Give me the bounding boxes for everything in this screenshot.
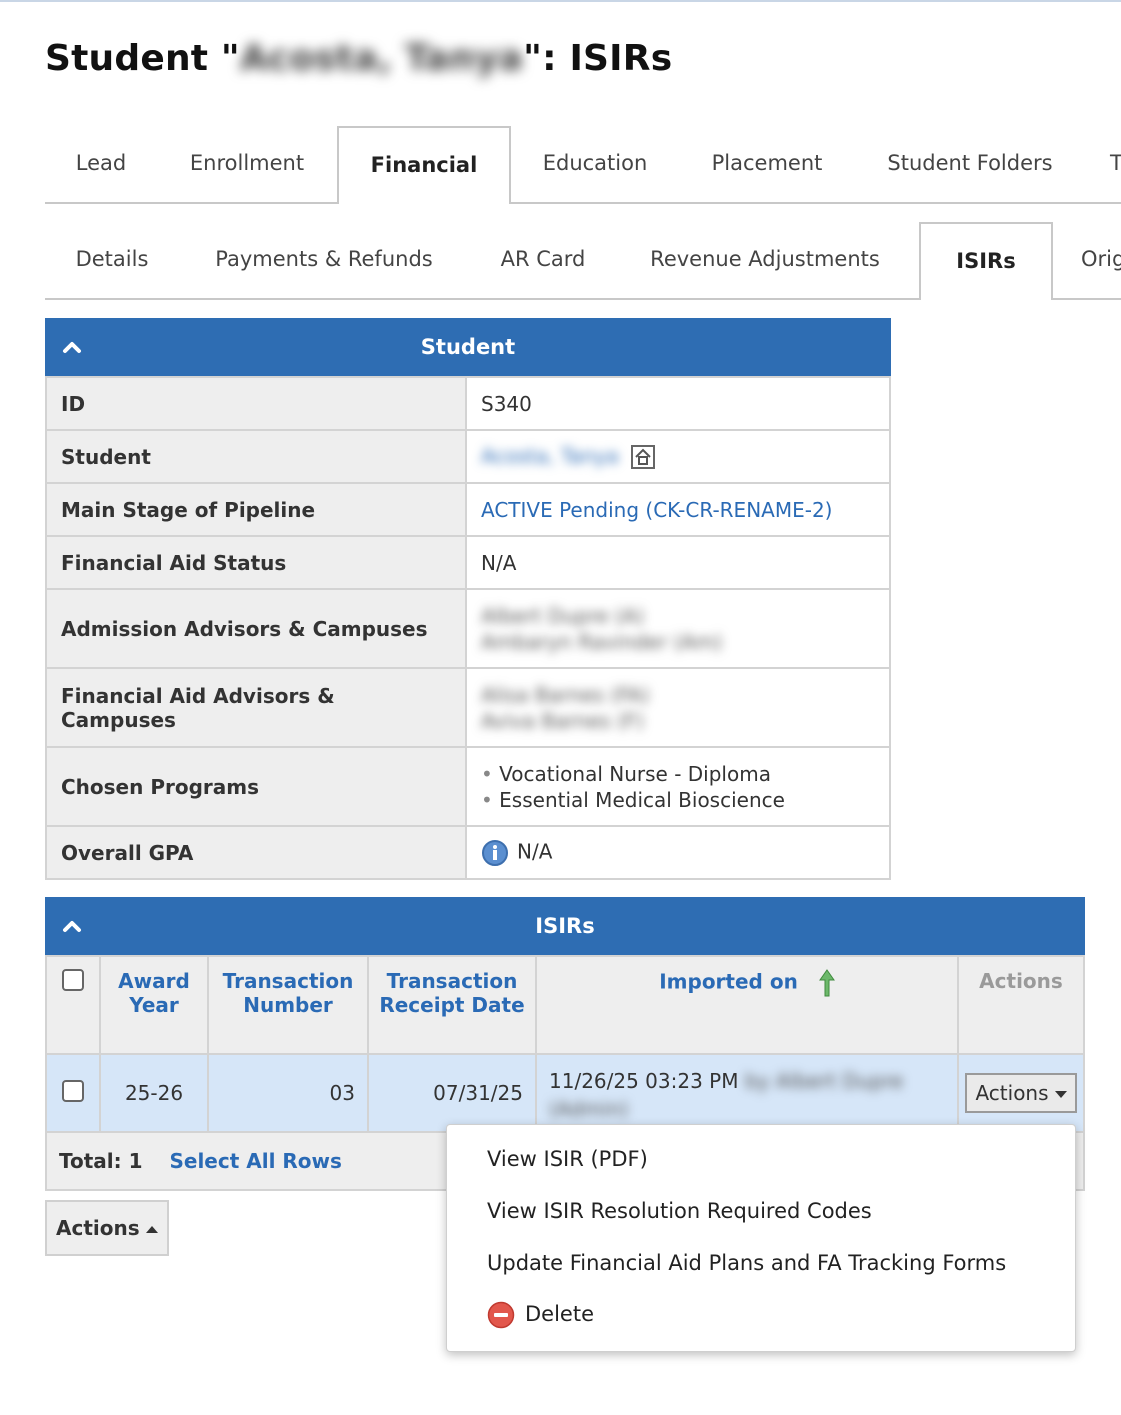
student-panel-header: Student — [45, 318, 891, 376]
info-value-programs: • Vocational Nurse - Diploma • Essential… — [465, 746, 891, 827]
table-row[interactable]: 25-26 03 07/31/25 11/26/25 03:23 PM by A… — [45, 1053, 1085, 1133]
row-actions-menu: View ISIR (PDF) View ISIR Resolution Req… — [446, 1124, 1076, 1352]
subtab-revenue-adjustments[interactable]: Revenue Adjustments — [638, 222, 892, 296]
info-label: Admission Advisors & Campuses — [45, 588, 467, 669]
advisor-line: Alisa Barnes (FA) — [481, 682, 650, 707]
info-value-id: S340 — [465, 376, 891, 431]
col-actions: Actions — [957, 955, 1085, 1055]
info-label: Financial Aid Advisors & Campuses — [45, 667, 467, 748]
info-row-fa-advisors: Financial Aid Advisors & Campuses Alisa … — [45, 667, 891, 748]
menu-item-update-fa-plans[interactable]: Update Financial Aid Plans and FA Tracki… — [487, 1251, 1006, 1275]
info-value-gpa: N/A — [465, 825, 891, 880]
isirs-panel-title: ISIRs — [535, 914, 595, 938]
row-checkbox[interactable] — [62, 1079, 84, 1102]
bulk-actions-button[interactable]: Actions — [45, 1200, 169, 1256]
delete-icon — [487, 1301, 515, 1329]
info-label: Main Stage of Pipeline — [45, 482, 467, 537]
total-count: Total: 1 — [59, 1149, 143, 1173]
student-info-table: ID S340 Student Acosta, Tanya Main Stage… — [45, 376, 891, 880]
table-header-row: Award Year Transaction Number Transactio… — [45, 955, 1085, 1055]
col-imported-on[interactable]: Imported on — [535, 955, 959, 1055]
col-award-year[interactable]: Award Year — [99, 955, 209, 1055]
sort-up-arrow-icon[interactable] — [818, 969, 835, 997]
pipeline-stage-link[interactable]: ACTIVE Pending (CK-CR-RENAME-2) — [481, 498, 832, 522]
info-row-student: Student Acosta, Tanya — [45, 429, 891, 484]
subtab-orig[interactable]: Orig — [1081, 222, 1121, 296]
page-title: Student "Acosta, Tanya": ISIRs — [45, 38, 673, 79]
info-value-fa-status: N/A — [465, 535, 891, 590]
row-checkbox-cell — [45, 1053, 101, 1133]
row-actions-button[interactable]: Actions — [965, 1073, 1077, 1113]
info-row-admission-advisors: Admission Advisors & Campuses Albert Dup… — [45, 588, 891, 669]
caret-down-icon — [1054, 1091, 1067, 1098]
info-value-admission-advisors: Albert Dupre (A) Ambaryn Ravinder (Am) — [465, 588, 891, 669]
sub-tabs: Details Payments & Refunds AR Card Reven… — [45, 222, 1121, 300]
info-label: Financial Aid Status — [45, 535, 467, 590]
main-tabs: Lead Enrollment Financial Education Plac… — [45, 126, 1121, 204]
menu-item-view-isir-pdf[interactable]: View ISIR (PDF) — [487, 1147, 648, 1171]
info-label: Chosen Programs — [45, 746, 467, 827]
info-label: ID — [45, 376, 467, 431]
cell-actions: Actions — [957, 1053, 1085, 1133]
caret-up-icon — [145, 1226, 158, 1233]
info-label: Student — [45, 429, 467, 484]
top-border — [0, 0, 1121, 2]
tab-student-folders[interactable]: Student Folders — [870, 126, 1070, 200]
menu-item-delete[interactable]: Delete — [487, 1301, 594, 1329]
advisor-line: Ambaryn Ravinder (Am) — [481, 629, 723, 654]
chevron-up-icon[interactable] — [61, 336, 83, 358]
select-all-rows-link[interactable]: Select All Rows — [169, 1149, 341, 1173]
info-row-pipeline: Main Stage of Pipeline ACTIVE Pending (C… — [45, 482, 891, 537]
student-name-link[interactable]: Acosta, Tanya — [481, 444, 619, 468]
tab-placement[interactable]: Placement — [693, 126, 841, 200]
info-value-student: Acosta, Tanya — [465, 429, 891, 484]
tab-education[interactable]: Education — [525, 126, 665, 200]
advisor-line: Albert Dupre (A) — [481, 603, 645, 628]
tab-financial[interactable]: Financial — [337, 126, 511, 204]
advisor-line: Aviva Barnes (F) — [481, 708, 645, 733]
info-row-id: ID S340 — [45, 376, 891, 431]
info-row-programs: Chosen Programs • Vocational Nurse - Dip… — [45, 746, 891, 827]
isirs-panel-header: ISIRs — [45, 897, 1085, 955]
menu-item-view-resolution-codes[interactable]: View ISIR Resolution Required Codes — [487, 1199, 872, 1223]
info-row-gpa: Overall GPA N/A — [45, 825, 891, 880]
info-value-fa-advisors: Alisa Barnes (FA) Aviva Barnes (F) — [465, 667, 891, 748]
tab-enrollment[interactable]: Enrollment — [170, 126, 324, 200]
info-label: Overall GPA — [45, 825, 467, 880]
chevron-up-icon[interactable] — [61, 915, 83, 937]
home-icon[interactable] — [631, 445, 656, 470]
cell-transaction-number: 03 — [207, 1053, 369, 1133]
program-item: • Essential Medical Bioscience — [481, 787, 785, 812]
select-all-checkbox-cell — [45, 955, 101, 1055]
info-icon[interactable] — [481, 839, 509, 867]
cell-imported-on: 11/26/25 03:23 PM by Albert Dupre (Admin… — [535, 1053, 959, 1133]
subtab-isirs[interactable]: ISIRs — [919, 222, 1053, 300]
subtab-payments-refunds[interactable]: Payments & Refunds — [200, 222, 448, 296]
info-value-pipeline: ACTIVE Pending (CK-CR-RENAME-2) — [465, 482, 891, 537]
tab-lead[interactable]: Lead — [45, 126, 157, 200]
subtab-details[interactable]: Details — [45, 222, 179, 296]
cell-transaction-receipt-date: 07/31/25 — [367, 1053, 537, 1133]
student-panel: Student ID S340 Student Acosta, Tanya Ma… — [45, 318, 891, 880]
col-transaction-number[interactable]: Transaction Number — [207, 955, 369, 1055]
select-all-checkbox[interactable] — [62, 969, 84, 991]
info-row-fa-status: Financial Aid Status N/A — [45, 535, 891, 590]
subtab-ar-card[interactable]: AR Card — [483, 222, 603, 296]
program-item: • Vocational Nurse - Diploma — [481, 761, 771, 786]
col-transaction-receipt-date[interactable]: Transaction Receipt Date — [367, 955, 537, 1055]
student-name-blurred: Acosta, Tanya — [239, 38, 524, 79]
cell-award-year: 25-26 — [99, 1053, 209, 1133]
student-panel-title: Student — [420, 335, 516, 359]
tab-overflow[interactable]: T — [1110, 126, 1121, 200]
